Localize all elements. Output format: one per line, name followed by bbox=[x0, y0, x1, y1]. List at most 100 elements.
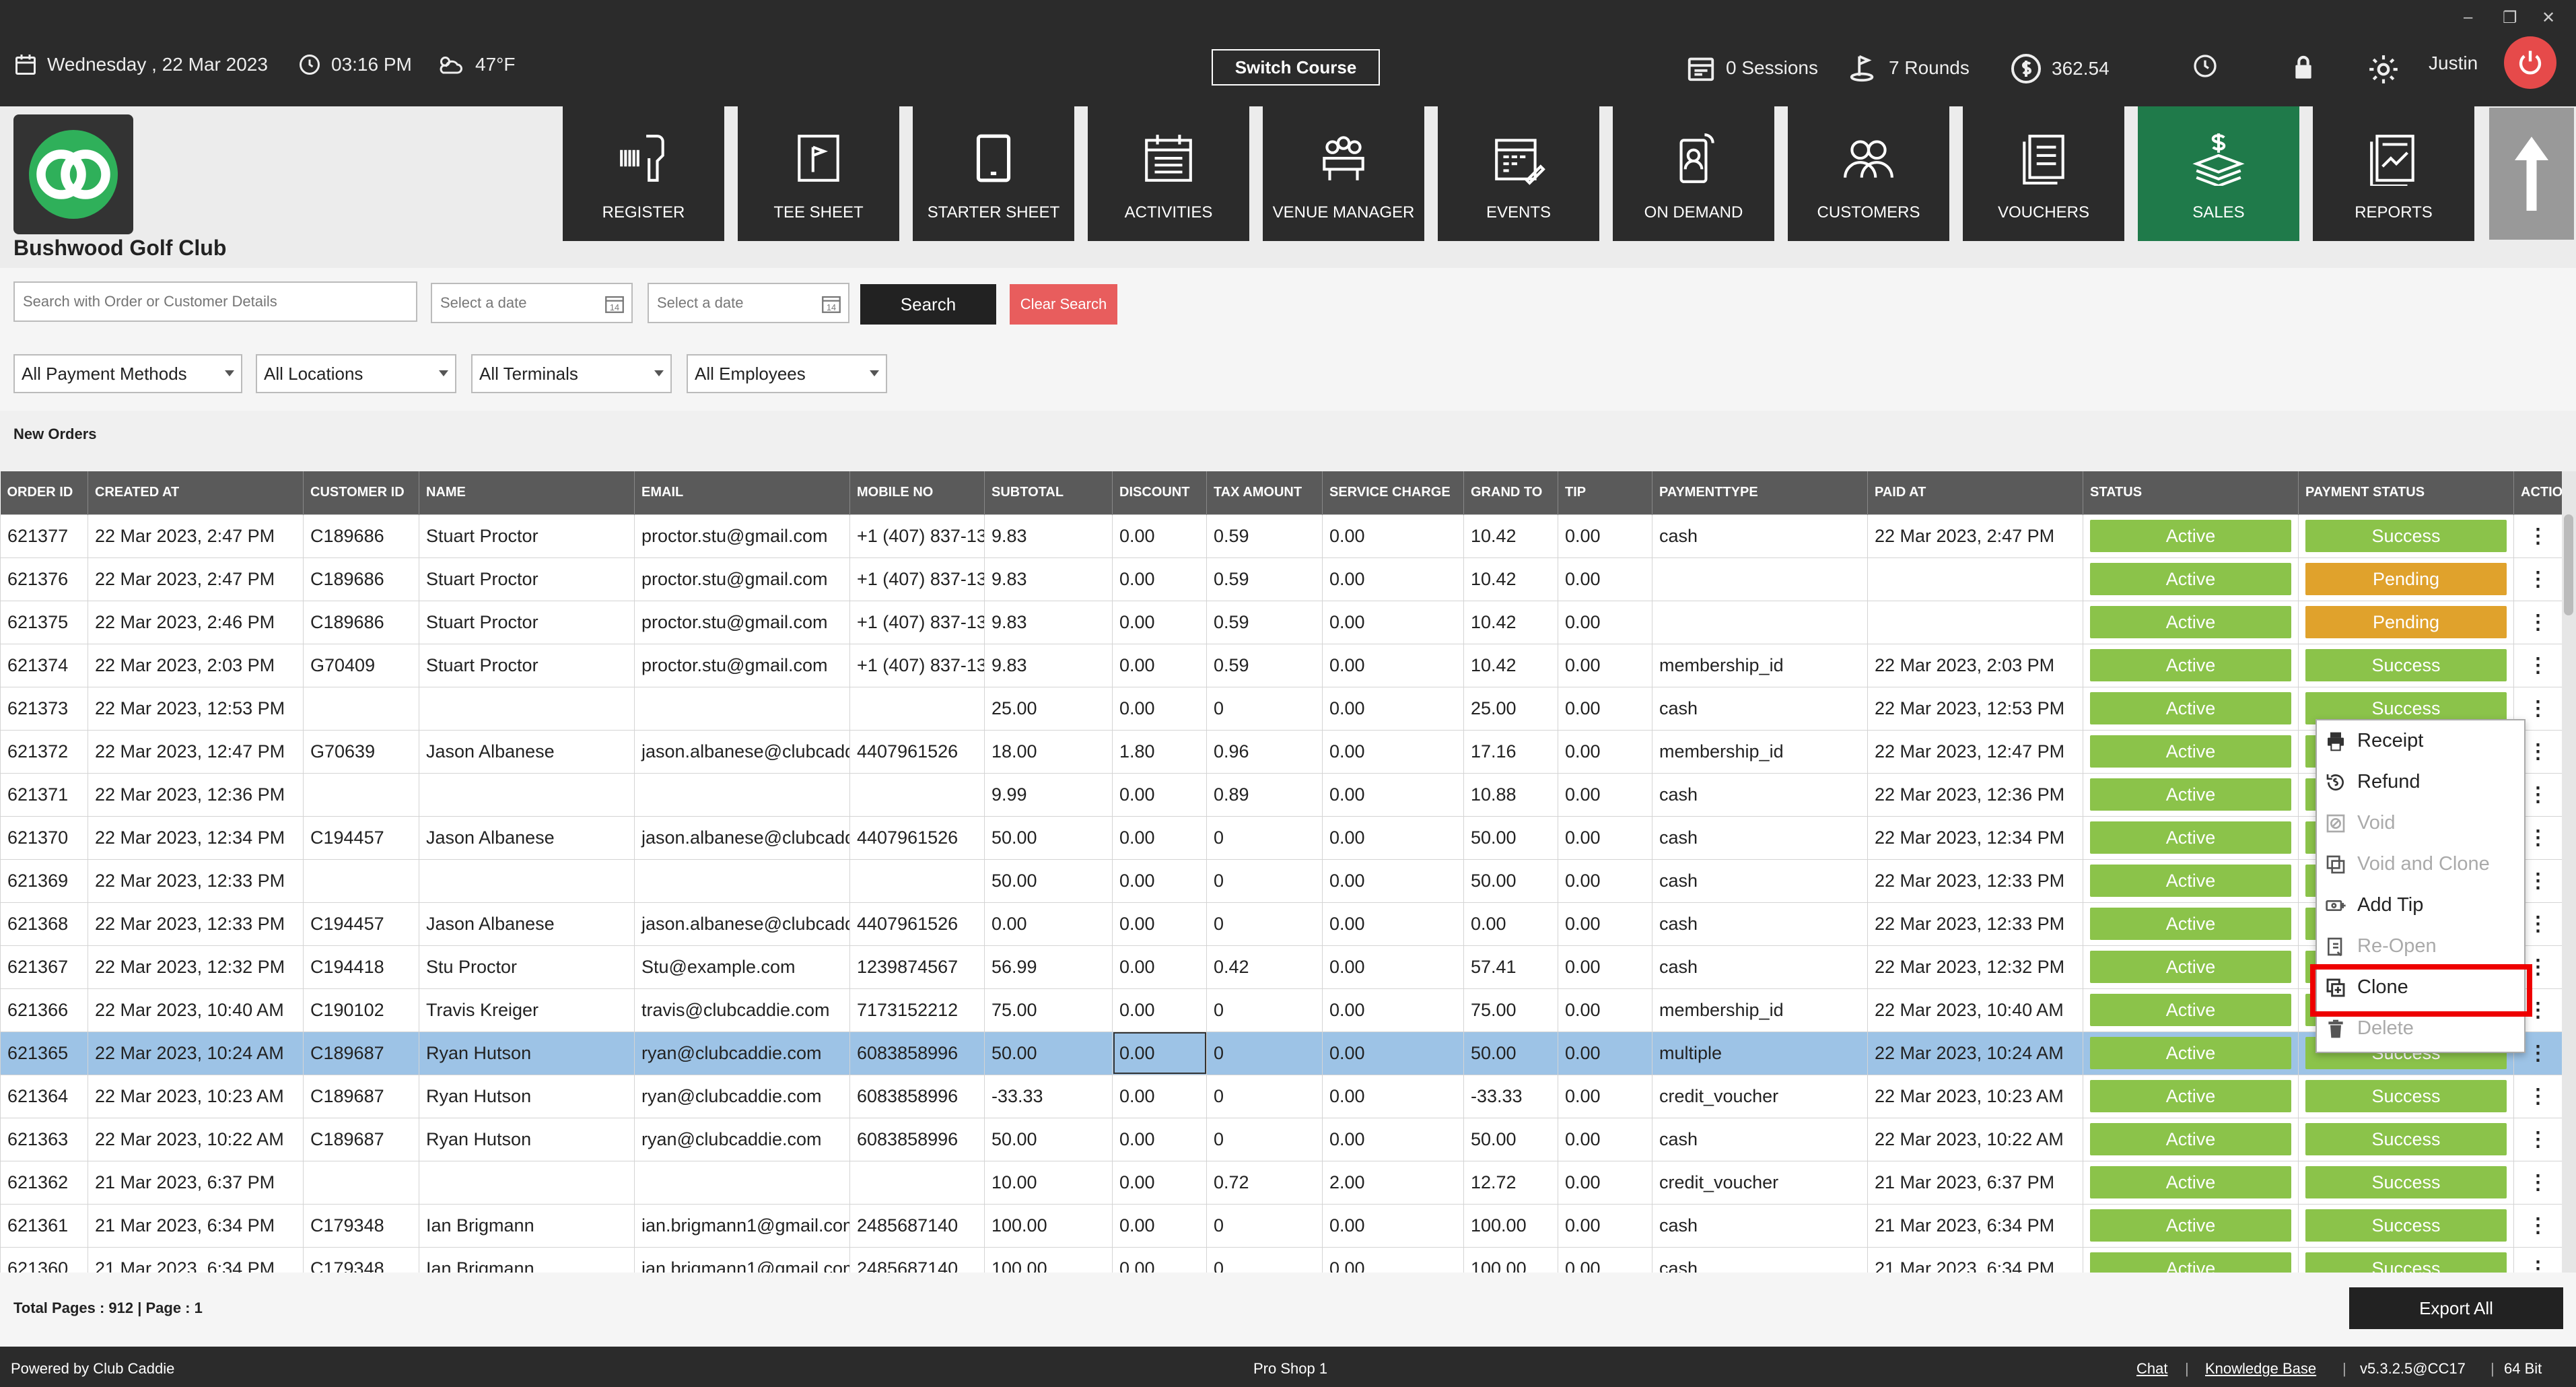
history-button[interactable] bbox=[2192, 53, 2219, 79]
column-header[interactable]: STATUS bbox=[2083, 471, 2299, 514]
row-action-menu-button[interactable]: ⋮ bbox=[2513, 557, 2562, 601]
chat-link[interactable]: Chat bbox=[2136, 1360, 2167, 1378]
user-name[interactable]: Justin bbox=[2429, 53, 2478, 74]
logout-button[interactable] bbox=[2504, 36, 2556, 89]
menu-item-re-open[interactable]: Re-Open bbox=[2317, 926, 2524, 967]
table-row[interactable]: 621376 22 Mar 2023, 2:47 PM C189686 Stuart … bbox=[0, 557, 2562, 601]
row-action-menu-button[interactable]: ⋮ bbox=[2513, 1246, 2562, 1273]
menu-item-refund[interactable]: Refund bbox=[2317, 762, 2524, 803]
menu-item-void[interactable]: Void bbox=[2317, 803, 2524, 844]
row-action-menu: Receipt Refund Void Void and Clone Add T… bbox=[2316, 719, 2526, 1053]
column-header[interactable]: ORDER ID bbox=[0, 471, 88, 514]
row-action-menu-button[interactable]: ⋮ bbox=[2513, 1203, 2562, 1248]
nav-on-demand[interactable]: ON DEMAND bbox=[1613, 106, 1774, 241]
table-row[interactable]: 621370 22 Mar 2023, 12:34 PM C194457 Jason … bbox=[0, 815, 2562, 860]
lock-button[interactable] bbox=[2290, 53, 2317, 82]
nav-activities-label: ACTIVITIES bbox=[1124, 203, 1213, 222]
sessions-display[interactable]: 0 Sessions bbox=[1685, 53, 1818, 83]
search-button[interactable]: Search bbox=[860, 284, 996, 325]
column-header[interactable]: ACTION bbox=[2513, 471, 2562, 514]
table-row[interactable]: 621365 22 Mar 2023, 10:24 AM C189687 Ryan H… bbox=[0, 1031, 2562, 1075]
column-header[interactable]: NAME bbox=[419, 471, 635, 514]
nav-register[interactable]: REGISTER bbox=[563, 106, 724, 241]
table-row[interactable]: 621362 21 Mar 2023, 6:37 PM 10.00 0.00 0.72 2… bbox=[0, 1160, 2562, 1205]
table-row[interactable]: 621374 22 Mar 2023, 2:03 PM G70409 Stuart P… bbox=[0, 643, 2562, 687]
column-header[interactable]: SUBTOTAL bbox=[984, 471, 1113, 514]
rounds-display[interactable]: 7 Rounds bbox=[1847, 53, 1970, 83]
calendar-picker-icon[interactable]: 14 bbox=[820, 292, 843, 315]
column-header[interactable]: MOBILE NO bbox=[849, 471, 985, 514]
table-row[interactable]: 621368 22 Mar 2023, 12:33 PM C194457 Jason … bbox=[0, 902, 2562, 946]
nav-tee-sheet[interactable]: TEE SHEET bbox=[738, 106, 899, 241]
nav-starter-sheet[interactable]: STARTER SHEET bbox=[913, 106, 1074, 241]
export-all-button[interactable]: Export All bbox=[2349, 1287, 2563, 1329]
calendar-picker-icon[interactable]: 14 bbox=[603, 292, 626, 315]
table-cell: 22 Mar 2023, 2:46 PM bbox=[88, 600, 304, 644]
column-header[interactable]: CREATED AT bbox=[88, 471, 304, 514]
table-cell: 6083858996 bbox=[849, 1117, 985, 1161]
employee-filter[interactable]: All Employees bbox=[687, 354, 887, 393]
collapse-nav-button[interactable] bbox=[2489, 108, 2574, 240]
order-search-input[interactable] bbox=[13, 281, 417, 322]
table-row[interactable]: 621372 22 Mar 2023, 12:47 PM G70639 Jason A… bbox=[0, 729, 2562, 774]
menu-item-receipt[interactable]: Receipt bbox=[2317, 720, 2524, 762]
table-row[interactable]: 621364 22 Mar 2023, 10:23 AM C189687 Ryan H… bbox=[0, 1074, 2562, 1118]
amount-display[interactable]: 362.54 bbox=[2010, 53, 2110, 85]
row-action-menu-button[interactable]: ⋮ bbox=[2513, 643, 2562, 687]
close-window-button[interactable]: ✕ bbox=[2542, 8, 2555, 28]
menu-item-clone[interactable]: Clone bbox=[2317, 967, 2524, 1008]
table-cell: cash bbox=[1652, 1246, 1868, 1273]
row-action-menu-button[interactable]: ⋮ bbox=[2513, 514, 2562, 558]
clear-search-button[interactable]: Clear Search bbox=[1010, 284, 1117, 325]
column-header[interactable]: TIP bbox=[1558, 471, 1652, 514]
table-row[interactable]: 621361 21 Mar 2023, 6:34 PM C179348 Ian Bri… bbox=[0, 1203, 2562, 1248]
menu-item-void-and-clone[interactable]: Void and Clone bbox=[2317, 844, 2524, 885]
maximize-button[interactable]: ❐ bbox=[2503, 8, 2517, 28]
nav-venue-manager[interactable]: VENUE MANAGER bbox=[1263, 106, 1424, 241]
row-action-menu-button[interactable]: ⋮ bbox=[2513, 1160, 2562, 1205]
date-from-field[interactable]: Select a date 14 bbox=[431, 283, 633, 323]
menu-item-delete[interactable]: Delete bbox=[2317, 1008, 2524, 1049]
nav-customers[interactable]: CUSTOMERS bbox=[1788, 106, 1949, 241]
column-header[interactable]: SERVICE CHARGE bbox=[1322, 471, 1464, 514]
row-action-menu-button[interactable]: ⋮ bbox=[2513, 600, 2562, 644]
date-to-field[interactable]: Select a date 14 bbox=[648, 283, 849, 323]
menu-item-add-tip[interactable]: Add Tip bbox=[2317, 885, 2524, 926]
payment-method-filter[interactable]: All Payment Methods bbox=[13, 354, 242, 393]
scrollbar-thumb[interactable] bbox=[2564, 514, 2573, 615]
nav-sales[interactable]: SALES bbox=[2138, 106, 2299, 241]
table-row[interactable]: 621367 22 Mar 2023, 12:32 PM C194418 Stu Pr… bbox=[0, 945, 2562, 989]
location-filter[interactable]: All Locations bbox=[256, 354, 456, 393]
minimize-button[interactable]: – bbox=[2464, 8, 2472, 27]
column-header[interactable]: PAYMENT STATUS bbox=[2298, 471, 2514, 514]
table-row[interactable]: 621371 22 Mar 2023, 12:36 PM 9.99 0.00 0.89 0… bbox=[0, 772, 2562, 817]
nav-reports[interactable]: REPORTS bbox=[2313, 106, 2474, 241]
table-row[interactable]: 621377 22 Mar 2023, 2:47 PM C189686 Stuart … bbox=[0, 514, 2562, 558]
knowledge-base-link[interactable]: Knowledge Base bbox=[2205, 1360, 2316, 1378]
row-action-menu-button[interactable]: ⋮ bbox=[2513, 1117, 2562, 1161]
column-header[interactable]: DISCOUNT bbox=[1112, 471, 1207, 514]
table-row[interactable]: 621369 22 Mar 2023, 12:33 PM 50.00 0.00 0 0.0… bbox=[0, 858, 2562, 903]
column-header[interactable]: CUSTOMER ID bbox=[303, 471, 419, 514]
column-header[interactable]: GRAND TO bbox=[1463, 471, 1558, 514]
rounds-text: 7 Rounds bbox=[1889, 57, 1970, 78]
table-row[interactable]: 621366 22 Mar 2023, 10:40 AM C190102 Travis… bbox=[0, 988, 2562, 1032]
printer-icon bbox=[2328, 732, 2344, 751]
table-row[interactable]: 621373 22 Mar 2023, 12:53 PM 25.00 0.00 0 0.0… bbox=[0, 686, 2562, 731]
table-cell: 621372 bbox=[0, 729, 88, 774]
terminal-filter[interactable]: All Terminals bbox=[471, 354, 672, 393]
nav-vouchers[interactable]: VOUCHERS bbox=[1963, 106, 2124, 241]
barcode-scanner-icon bbox=[620, 135, 664, 182]
nav-events[interactable]: EVENTS bbox=[1438, 106, 1599, 241]
settings-button[interactable] bbox=[2367, 53, 2400, 86]
table-row[interactable]: 621363 22 Mar 2023, 10:22 AM C189687 Ryan H… bbox=[0, 1117, 2562, 1161]
column-header[interactable]: PAYMENTTYPE bbox=[1652, 471, 1868, 514]
table-row[interactable]: 621360 21 Mar 2023, 6:34 PM C179348 Ian Bri… bbox=[0, 1246, 2562, 1273]
column-header[interactable]: PAID AT bbox=[1867, 471, 2083, 514]
nav-activities[interactable]: ACTIVITIES bbox=[1088, 106, 1249, 241]
column-header[interactable]: EMAIL bbox=[634, 471, 850, 514]
row-action-menu-button[interactable]: ⋮ bbox=[2513, 1074, 2562, 1118]
table-row[interactable]: 621375 22 Mar 2023, 2:46 PM C189686 Stuart … bbox=[0, 600, 2562, 644]
column-header[interactable]: TAX AMOUNT bbox=[1206, 471, 1323, 514]
switch-course-button[interactable]: Switch Course bbox=[1212, 49, 1380, 86]
